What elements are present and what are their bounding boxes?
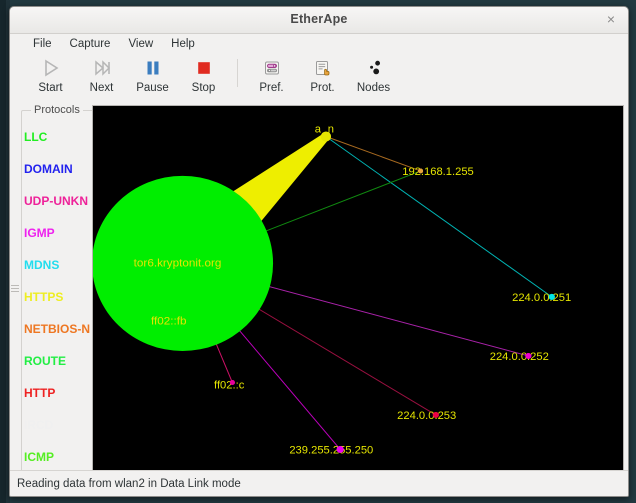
protocols-panel: Protocols LLCDOMAINUDP-UNKNIGMPMDNSHTTPS…: [10, 103, 92, 480]
application-window: EtherApe × FileCaptureViewHelp Start Next…: [9, 6, 629, 497]
nodes-icon: [365, 58, 383, 78]
protocols-icon: [314, 58, 332, 78]
menu-view[interactable]: View: [119, 36, 162, 53]
graph-node-dot[interactable]: [230, 380, 235, 385]
toolbar-button-next: Next: [77, 55, 126, 94]
toolbar-button-pause[interactable]: Pause: [128, 55, 177, 94]
play-icon: [42, 58, 60, 78]
window-title: EtherApe: [10, 12, 628, 26]
graph-node-label: tor6.kryptonit.org: [134, 258, 222, 270]
graph-node-dot[interactable]: [433, 412, 439, 418]
graph-node-dot[interactable]: [525, 353, 531, 359]
close-icon[interactable]: ×: [602, 11, 620, 29]
menu-capture[interactable]: Capture: [61, 36, 120, 53]
pause-icon: [144, 58, 162, 78]
network-canvas[interactable]: tor6.kryptonit.orgff02::fba nff02::c192.…: [92, 105, 624, 474]
toolbar-button-stop[interactable]: Stop: [179, 55, 228, 94]
network-graph[interactable]: tor6.kryptonit.orgff02::fba nff02::c192.…: [93, 106, 623, 473]
menu-file[interactable]: File: [24, 36, 61, 53]
menu-bar: FileCaptureViewHelp: [10, 34, 628, 55]
toolbar-button-label: Pause: [136, 82, 169, 94]
graph-node-dot[interactable]: [321, 132, 331, 142]
toolbar-separator: [237, 59, 238, 87]
preferences-icon: [263, 58, 281, 78]
graph-node-label: ff02::fb: [151, 316, 187, 328]
toolbar-button-label: Start: [38, 82, 62, 94]
menu-help[interactable]: Help: [162, 36, 204, 53]
graph-node-label: 224.0.0.252: [490, 351, 549, 363]
toolbar-button-start: Start: [26, 55, 75, 94]
graph-node-dot[interactable]: [418, 168, 423, 173]
graph-node-label: ff02::c: [214, 380, 245, 392]
main-content: Protocols LLCDOMAINUDP-UNKNIGMPMDNSHTTPS…: [10, 103, 628, 480]
graph-node-dot[interactable]: [337, 446, 344, 453]
etherape-app: EtherApe × FileCaptureViewHelp Start Next…: [0, 0, 636, 503]
protocols-legend-label: Protocols: [31, 104, 83, 116]
graph-node-label: 224.0.0.253: [397, 410, 456, 422]
graph-node-label: 224.0.0.251: [512, 292, 571, 304]
toolbar: Start Next Pause Stop Pref. Prot. Nodes: [10, 55, 628, 103]
graph-node-dot[interactable]: [549, 294, 555, 300]
panel-drag-handle[interactable]: [11, 281, 19, 295]
toolbar-button-nodes[interactable]: Nodes: [349, 55, 398, 94]
graph-node-label: 192.168.1.255: [402, 166, 474, 178]
status-message: Reading data from wlan2 in Data Link mod…: [10, 478, 241, 490]
status-bar: Reading data from wlan2 in Data Link mod…: [10, 470, 628, 496]
skip-next-icon: [93, 58, 111, 78]
title-bar: EtherApe ×: [10, 7, 628, 34]
toolbar-button-label: Next: [90, 82, 114, 94]
graph-node-label: 239.255.255.250: [289, 444, 373, 456]
toolbar-button-label: Stop: [192, 82, 216, 94]
toolbar-button-label: Nodes: [357, 82, 390, 94]
graph-edge[interactable]: [326, 137, 552, 297]
toolbar-button-prot[interactable]: Prot.: [298, 55, 347, 94]
toolbar-button-label: Prot.: [310, 82, 334, 94]
stop-icon: [195, 58, 213, 78]
toolbar-button-label: Pref.: [259, 82, 283, 94]
toolbar-button-pref[interactable]: Pref.: [247, 55, 296, 94]
